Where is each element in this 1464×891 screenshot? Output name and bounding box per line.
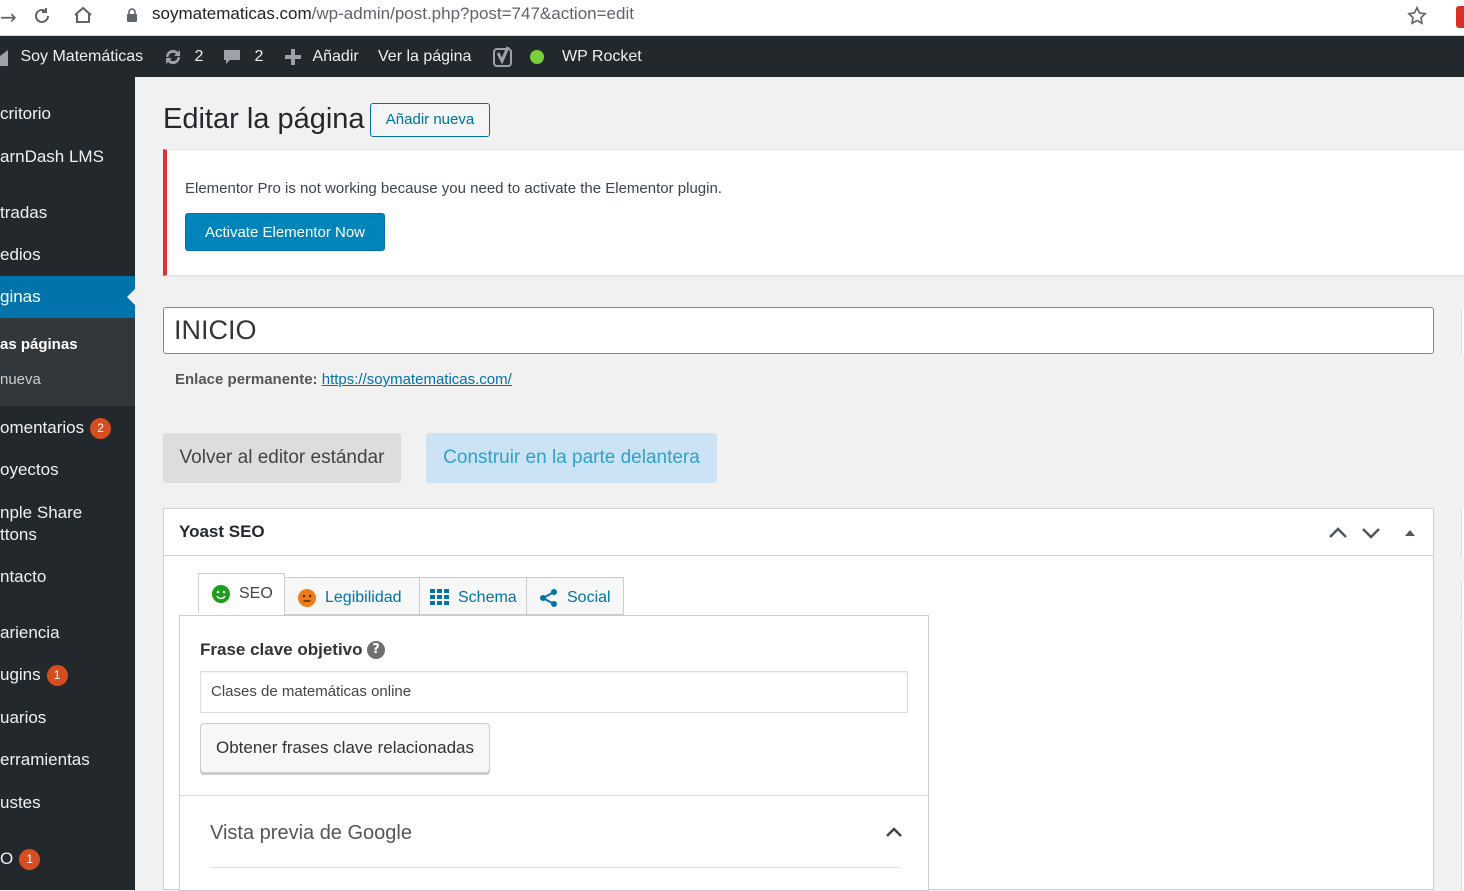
admin-bar-comments[interactable]: 2 <box>222 36 263 77</box>
menu-learndash[interactable]: arnDash LMS <box>0 146 135 168</box>
url-host: soymatematicas.com <box>152 4 312 23</box>
menu-usuarios[interactable]: uarios <box>0 707 135 729</box>
tab-legibilidad[interactable]: Legibilidad <box>284 577 420 615</box>
menu-seo[interactable]: O1 <box>0 848 135 871</box>
url-path: /wp-admin/post.php?post=747&action=edit <box>311 4 634 23</box>
yoast-icon <box>493 46 512 67</box>
google-preview-heading[interactable]: Vista previa de Google <box>210 822 412 845</box>
tab-label: Social <box>567 589 611 606</box>
post-title-input[interactable]: INICIO <box>163 307 1434 354</box>
updates-icon <box>165 49 181 64</box>
neutral-face-icon <box>298 588 316 607</box>
bookmark-star-icon[interactable] <box>1406 5 1428 27</box>
add-new-page-button[interactable]: Añadir nueva <box>370 103 490 137</box>
tab-seo[interactable]: SEO <box>198 573 285 613</box>
seo-status-dot-icon <box>530 49 545 64</box>
menu-medios[interactable]: edios <box>0 244 135 266</box>
share-icon <box>540 588 557 607</box>
yoast-header: Yoast SEO <box>164 509 1433 556</box>
submenu-anadir-nueva[interactable]: nueva <box>0 371 41 388</box>
lock-icon[interactable] <box>126 7 138 23</box>
home-icon[interactable] <box>72 5 94 25</box>
menu-label: ttons <box>0 525 37 544</box>
collapse-toggle-icon[interactable] <box>1398 521 1422 545</box>
smile-icon <box>212 584 230 603</box>
tab-label: SEO <box>239 585 273 602</box>
address-bar[interactable]: soymatematicas.com/wp-admin/post.php?pos… <box>152 3 634 25</box>
add-label: Añadir <box>312 48 359 65</box>
menu-simple-share-buttons[interactable]: nple Share ttons <box>0 502 135 546</box>
menu-label: ugins <box>0 665 41 684</box>
permalink-link[interactable]: https://soymatematicas.com/ <box>322 371 512 388</box>
forward-icon[interactable]: → <box>0 5 17 29</box>
comments-badge: 2 <box>90 418 112 440</box>
menu-comentarios[interactable]: omentarios 2 <box>0 417 135 440</box>
comment-icon <box>224 49 240 64</box>
admin-bar-updates[interactable]: 2 <box>162 36 203 77</box>
menu-entradas[interactable]: tradas <box>0 202 135 224</box>
standard-editor-button[interactable]: Volver al editor estándar <box>163 433 401 483</box>
reload-icon[interactable] <box>32 6 52 26</box>
menu-escritorio[interactable]: critorio <box>0 103 135 125</box>
permalink: Enlace permanente: https://soymatematica… <box>175 371 512 388</box>
tab-schema[interactable]: Schema <box>419 577 527 615</box>
home-icon <box>0 49 8 66</box>
menu-paginas[interactable]: ginas <box>0 276 135 318</box>
focus-keyphrase-input[interactable]: Clases de matemáticas online <box>200 671 908 713</box>
help-icon[interactable]: ? <box>367 641 385 659</box>
move-up-icon[interactable] <box>1326 521 1350 545</box>
updates-count: 2 <box>194 48 204 65</box>
plus-icon <box>285 48 301 65</box>
admin-bar-view-page[interactable]: Ver la página <box>378 36 471 77</box>
submenu-todas-paginas[interactable]: as páginas <box>0 336 78 353</box>
plugins-badge: 1 <box>46 665 68 687</box>
extension-icon[interactable] <box>1456 6 1464 28</box>
wp-admin-bar: Soy Matemáticas 2 2 Añadir Ver la página… <box>0 36 1464 77</box>
yoast-seo-metabox: Yoast SEO SEO Legibilidad Schema Social … <box>163 508 1434 891</box>
yoast-title: Yoast SEO <box>179 522 265 541</box>
menu-plugins[interactable]: ugins 1 <box>0 664 135 687</box>
tab-label: Legibilidad <box>325 589 402 606</box>
section-divider <box>210 867 899 868</box>
menu-label: omentarios <box>0 418 85 437</box>
menu-ajustes[interactable]: ustes <box>0 792 135 814</box>
menu-proyectos[interactable]: oyectos <box>0 459 135 481</box>
menu-label: nple Share <box>0 503 83 522</box>
permalink-label: Enlace permanente: <box>175 371 318 388</box>
elementor-notice: Elementor Pro is not working because you… <box>163 149 1464 276</box>
menu-apariencia[interactable]: ariencia <box>0 622 135 644</box>
menu-contacto[interactable]: ntacto <box>0 566 135 588</box>
grid-icon <box>430 588 449 605</box>
main-content: Editar la página Añadir nueva Elementor … <box>135 77 1464 891</box>
notice-text: Elementor Pro is not working because you… <box>185 180 722 197</box>
admin-bar-yoast[interactable] <box>493 36 545 77</box>
browser-toolbar: → soymatematicas.com/wp-admin/post.php?p… <box>0 0 1464 36</box>
section-divider <box>180 795 928 796</box>
seo-badge: 1 <box>19 849 41 871</box>
tab-social[interactable]: Social <box>526 577 624 615</box>
move-down-icon[interactable] <box>1359 521 1383 545</box>
activate-elementor-button[interactable]: Activate Elementor Now <box>185 213 385 251</box>
frontend-builder-button[interactable]: Construir en la parte delantera <box>426 433 717 483</box>
admin-bar-wp-rocket[interactable]: WP Rocket <box>562 36 642 77</box>
site-name: Soy Matemáticas <box>20 48 144 65</box>
admin-bar-new[interactable]: Añadir <box>284 36 359 77</box>
seo-tab-panel: Frase clave objetivo ? Clases de matemát… <box>179 615 929 891</box>
comments-count: 2 <box>254 48 264 65</box>
tab-label: Schema <box>458 589 517 606</box>
focus-keyphrase-label: Frase clave objetivo <box>200 640 363 659</box>
menu-label: O <box>0 849 14 868</box>
chevron-up-icon[interactable] <box>884 822 904 842</box>
page-title: Editar la página <box>163 103 365 135</box>
admin-sidebar: critorio arnDash LMS tradas edios ginas … <box>0 77 135 890</box>
menu-herramientas[interactable]: erramientas <box>0 749 135 771</box>
admin-bar-site[interactable]: Soy Matemáticas <box>0 36 143 77</box>
paginas-submenu <box>0 318 135 406</box>
related-keyphrases-button[interactable]: Obtener frases clave relacionadas <box>200 723 490 773</box>
